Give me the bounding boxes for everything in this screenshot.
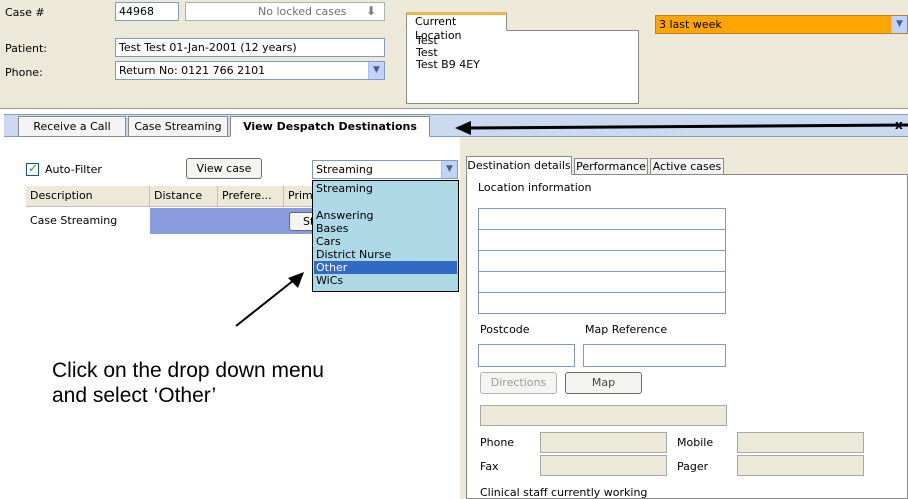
auto-filter-checkbox[interactable]: ✓ [26,161,39,176]
streaming-value: Streaming [316,163,373,176]
locked-cases-text: No locked cases [258,5,347,18]
case-header: Case # 44968 No locked cases ⬇ Patient: … [0,0,908,109]
clinical-staff-label: Clinical staff currently working [480,486,648,499]
mobile-output [737,432,864,453]
tab-receive-a-call[interactable]: Receive a Call [18,116,126,137]
location-line-field[interactable] [479,293,725,313]
fax-output [540,455,667,476]
row-description: Case Streaming [26,208,150,234]
locked-cases-field[interactable]: No locked cases ⬇ [185,2,385,21]
tab-destination-details[interactable]: Destination details [466,156,572,175]
patient-label: Patient: [5,42,48,55]
mobile-label: Mobile [677,436,714,449]
dropdown-option-wics[interactable]: WiCs [314,274,457,287]
phone-output [540,432,667,453]
location-information-label: Location information [478,181,592,194]
dropdown-option-blank[interactable] [314,195,457,208]
instruction-line: Click on the drop down menu [52,359,324,382]
streaming-dropdown-list: Streaming Answering Bases Cars District … [312,180,459,292]
location-line-field[interactable] [479,272,725,293]
down-arrow-icon[interactable]: ⬇ [366,3,376,20]
location-line-field[interactable] [479,251,725,272]
patient-field[interactable]: Test Test 01-Jan-2001 (12 years) [115,38,385,57]
column-header-primary[interactable]: Prim [284,186,313,207]
tab-case-streaming[interactable]: Case Streaming [128,116,228,137]
map-reference-label: Map Reference [585,323,668,336]
phone-value: Return No: 0121 766 2101 [119,64,266,77]
row-highlight [150,208,312,234]
pager-label: Pager [677,460,709,473]
checkmark-icon: ✓ [28,161,39,175]
chevron-down-icon[interactable]: ▼ [441,161,457,178]
tab-active-cases[interactable]: Active cases [650,158,724,175]
dropdown-option-other[interactable]: Other [314,261,457,274]
dropdown-option-bases[interactable]: Bases [314,222,457,235]
chevron-down-icon[interactable]: ▼ [891,16,907,33]
postcode-label: Postcode [480,323,530,336]
streaming-select[interactable]: Streaming ▼ [312,160,458,179]
annotation-arrow-dropdown [235,272,304,327]
view-case-button[interactable]: View case [186,158,262,179]
directions-button[interactable]: Directions [480,372,557,394]
case-number-field[interactable]: 44968 [115,2,179,21]
instruction-line: and select ‘Other’ [52,384,217,407]
dropdown-option-district-nurse[interactable]: District Nurse [314,248,457,261]
column-header-preference[interactable]: Prefere... [218,186,284,207]
location-line-field[interactable] [479,209,725,230]
priority-value: 3 last week [659,18,722,31]
auto-filter-label: Auto-Filter [45,163,102,176]
table-row[interactable]: Case Streaming St [26,208,329,234]
tab-performance[interactable]: Performance [574,158,648,175]
dropdown-option-cars[interactable]: Cars [314,235,457,248]
location-address: Test Test Test B9 4EY [416,35,480,71]
phone-select[interactable]: Return No: 0121 766 2101 ▼ [115,61,385,80]
location-line-field[interactable] [479,230,725,251]
grid-header: Description Distance Prefere... Prim [26,186,313,207]
phone-label: Phone: [5,66,43,79]
instruction-callout: Click on the drop down menu and select ‘… [52,358,324,408]
column-header-description[interactable]: Description [26,186,150,207]
dropdown-option-streaming[interactable]: Streaming [314,182,457,195]
annotation-arrow-tab [455,121,908,135]
dropdown-option-answering[interactable]: Answering [314,209,457,222]
tab-view-despatch-destinations[interactable]: View Despatch Destinations [230,116,430,137]
location-line: Test B9 4EY [416,58,480,71]
pager-output [737,455,864,476]
directions-output [480,405,727,426]
map-reference-input[interactable] [583,344,726,367]
postcode-input[interactable] [478,344,575,367]
case-number-label: Case # [5,6,45,19]
chevron-down-icon[interactable]: ▼ [368,62,384,79]
phone-label: Phone [480,436,515,449]
current-location-tab[interactable]: Current Location [406,12,507,42]
map-button[interactable]: Map [565,372,642,394]
column-header-distance[interactable]: Distance [150,186,218,207]
location-lines-box [478,208,726,314]
fax-label: Fax [480,460,499,473]
priority-select[interactable]: 3 last week ▼ [655,15,908,34]
